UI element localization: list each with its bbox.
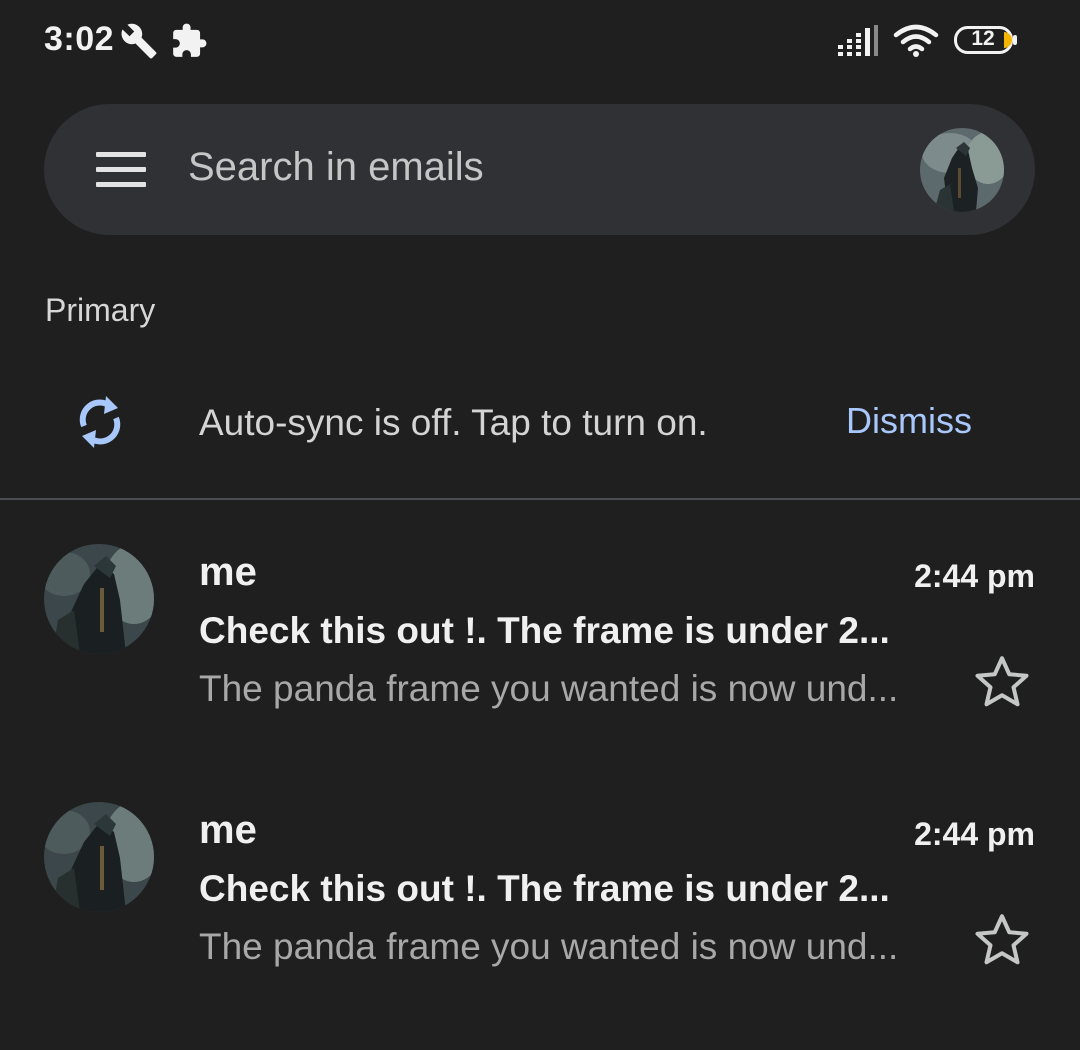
- hamburger-menu-icon[interactable]: [96, 150, 146, 190]
- email-time: 2:44 pm: [914, 558, 1035, 594]
- sender-avatar-image: [44, 544, 154, 654]
- battery-level: 12: [971, 27, 995, 50]
- email-list-item[interactable]: me 2:44 pm Check this out !. The frame i…: [0, 528, 1080, 738]
- search-bar[interactable]: Search in emails: [44, 104, 1035, 235]
- auto-sync-banner[interactable]: Auto-sync is off. Tap to turn on. Dismis…: [0, 360, 1080, 500]
- account-avatar-image: [920, 128, 1004, 212]
- account-avatar[interactable]: [920, 128, 1004, 212]
- section-label-primary: Primary: [45, 292, 156, 328]
- puzzle-icon: [173, 23, 207, 57]
- sync-icon: [79, 396, 121, 448]
- signal-icon: [838, 25, 878, 56]
- star-icon[interactable]: [972, 910, 1032, 970]
- status-time: 3:02: [44, 20, 115, 58]
- email-sender: me: [199, 550, 257, 594]
- search-input[interactable]: Search in emails: [188, 145, 484, 190]
- sender-avatar-image: [44, 802, 154, 912]
- star-icon[interactable]: [972, 652, 1032, 712]
- wifi-icon: [893, 24, 939, 57]
- dismiss-button[interactable]: Dismiss: [846, 400, 972, 442]
- status-bar: 3:02 12: [0, 0, 1080, 80]
- wrench-icon: [121, 23, 157, 59]
- gmail-inbox-screen: 3:02 12 Search in emails Primary Auto-sy…: [0, 0, 1080, 1050]
- sender-avatar[interactable]: [44, 802, 154, 912]
- email-snippet: The panda frame you wanted is now und...: [199, 926, 899, 967]
- sender-avatar[interactable]: [44, 544, 154, 654]
- email-time: 2:44 pm: [914, 816, 1035, 852]
- email-sender: me: [199, 808, 257, 852]
- auto-sync-message[interactable]: Auto-sync is off. Tap to turn on.: [199, 402, 708, 444]
- email-subject: Check this out !. The frame is under 2..…: [199, 868, 890, 909]
- email-subject: Check this out !. The frame is under 2..…: [199, 610, 890, 651]
- email-snippet: The panda frame you wanted is now und...: [199, 668, 899, 709]
- email-list-item[interactable]: me 2:44 pm Check this out !. The frame i…: [0, 786, 1080, 996]
